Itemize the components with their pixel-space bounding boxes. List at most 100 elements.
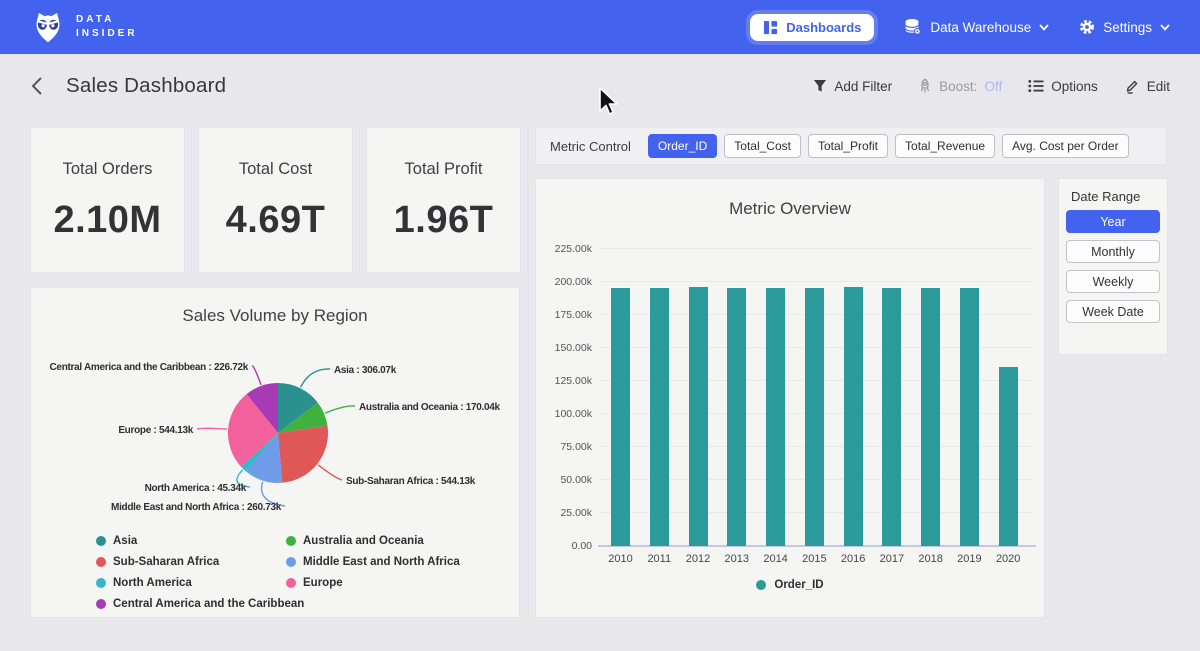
edit-label: Edit	[1147, 79, 1170, 94]
chevron-down-icon	[1160, 24, 1170, 31]
edit-button[interactable]: Edit	[1124, 78, 1170, 94]
legend-item-middle-east-and-north-africa[interactable]: Middle East and North Africa	[286, 556, 476, 568]
owl-logo-icon	[30, 9, 66, 45]
legend-dot	[286, 557, 296, 567]
legend-item-australia-and-oceania[interactable]: Australia and Oceania	[286, 535, 476, 547]
date-range-options: Year Monthly Weekly Week Date	[1059, 210, 1167, 330]
bar-legend-label: Order_ID	[774, 579, 823, 591]
options-label: Options	[1051, 79, 1098, 94]
bar-2017[interactable]	[882, 288, 901, 546]
metric-option-total-profit[interactable]: Total_Profit	[808, 134, 888, 158]
legend-label: Australia and Oceania	[303, 535, 424, 547]
bar-2012[interactable]	[689, 287, 708, 546]
date-range-panel: Date Range Year Monthly Weekly Week Date	[1058, 178, 1168, 355]
bar-2015[interactable]	[805, 288, 824, 546]
boost-toggle[interactable]: Boost: Off	[918, 78, 1002, 94]
date-range-option-monthly[interactable]: Monthly	[1066, 240, 1160, 263]
bar-chart-card: Metric Overview 0.0025.00k50.00k75.00k10…	[535, 178, 1045, 618]
y-axis-tick: 175.00k	[536, 309, 592, 321]
legend-label: Asia	[113, 535, 137, 547]
kpi-card-total-orders: Total Orders 2.10M	[30, 127, 185, 273]
dashboards-grid-icon	[763, 20, 778, 35]
pie-legend: Asia Sub-Saharan Africa North America Centr…	[96, 530, 476, 614]
legend-label: Central America and the Caribbean	[113, 598, 304, 610]
metric-option-avg-cost-per-order[interactable]: Avg. Cost per Order	[1002, 134, 1129, 158]
metric-control-options: Order_ID Total_Cost Total_Profit Total_Reve…	[648, 134, 1129, 158]
edit-pencil-icon	[1124, 78, 1140, 94]
filter-funnel-icon	[813, 79, 827, 93]
metric-option-total-cost[interactable]: Total_Cost	[724, 134, 801, 158]
date-range-option-weekly[interactable]: Weekly	[1066, 270, 1160, 293]
pie-slice-sub-saharan-africa[interactable]	[278, 426, 328, 483]
bar-2011[interactable]	[650, 288, 669, 546]
legend-dot	[96, 557, 106, 567]
dashboards-button[interactable]: Dashboards	[750, 14, 874, 41]
y-axis-tick: 75.00k	[536, 441, 592, 453]
legend-item-europe[interactable]: Europe	[286, 577, 476, 589]
bar-2013[interactable]	[727, 288, 746, 546]
date-range-option-week-date[interactable]: Week Date	[1066, 300, 1160, 323]
boost-state: Off	[984, 79, 1002, 94]
bar-2014[interactable]	[766, 288, 785, 546]
options-list-icon	[1028, 79, 1044, 93]
bar-2020[interactable]	[999, 367, 1018, 546]
y-axis-tick: 50.00k	[536, 474, 592, 486]
date-range-option-year[interactable]: Year	[1066, 210, 1160, 233]
pie-slice-label: Asia : 306.07k	[334, 365, 397, 376]
database-icon	[904, 18, 922, 36]
boost-label: Boost:	[939, 79, 977, 94]
settings-label: Settings	[1103, 20, 1152, 35]
pie-slice-label: Europe : 544.13k	[118, 425, 193, 436]
metric-option-order-id[interactable]: Order_ID	[648, 134, 717, 158]
boost-rocket-icon	[918, 78, 932, 94]
x-axis-tick: 2020	[988, 553, 1028, 565]
kpi-label: Total Cost	[199, 160, 352, 179]
pie-chart-title: Sales Volume by Region	[31, 306, 519, 326]
add-filter-button[interactable]: Add Filter	[813, 79, 892, 94]
pie-slice-label: Australia and Oceania : 170.04k	[359, 402, 501, 413]
legend-item-central-america-and-the-caribbean[interactable]: Central America and the Caribbean	[96, 598, 286, 610]
settings-menu[interactable]: Settings	[1079, 19, 1170, 35]
pie-slice-label: North America : 45.34k	[145, 483, 247, 494]
kpi-card-total-profit: Total Profit 1.96T	[366, 127, 521, 273]
pie-leader-line	[325, 406, 355, 413]
bar-2018[interactable]	[921, 288, 940, 546]
x-axis-tick: 2012	[678, 553, 718, 565]
bar-chart-plot: 0.0025.00k50.00k75.00k100.00k125.00k150.…	[536, 179, 1044, 617]
chevron-down-icon	[1039, 24, 1049, 31]
date-range-label: Date Range	[1071, 189, 1140, 204]
kpi-value: 2.10M	[31, 199, 184, 242]
y-axis-tick: 100.00k	[536, 408, 592, 420]
options-button[interactable]: Options	[1028, 79, 1098, 94]
pie-chart-card: Sales Volume by Region Asia : 306.07k Aus…	[30, 287, 520, 618]
kpi-label: Total Orders	[31, 160, 184, 179]
bar-2010[interactable]	[611, 288, 630, 546]
brand-logo[interactable]: DATA INSIDER	[30, 9, 138, 45]
metric-control-bar: Metric Control Order_IDTotal_CostTotal_P…	[535, 127, 1167, 165]
brand-line2: INSIDER	[76, 27, 138, 42]
metric-option-total-revenue[interactable]: Total_Revenue	[895, 134, 995, 158]
pie-leader-line	[252, 366, 261, 385]
y-axis-tick: 200.00k	[536, 276, 592, 288]
x-axis-tick: 2014	[756, 553, 796, 565]
legend-label: Sub-Saharan Africa	[113, 556, 219, 568]
legend-item-asia[interactable]: Asia	[96, 535, 286, 547]
legend-item-north-america[interactable]: North America	[96, 577, 286, 589]
data-warehouse-menu[interactable]: Data Warehouse	[904, 18, 1049, 36]
bar-2019[interactable]	[960, 288, 979, 546]
kpi-card-total-cost: Total Cost 4.69T	[198, 127, 353, 273]
x-axis-tick: 2013	[717, 553, 757, 565]
page-header: Sales Dashboard Add Filter Boost: Off Op…	[0, 54, 1200, 118]
y-axis-tick: 150.00k	[536, 342, 592, 354]
pie-chart-svg: Asia : 306.07k Australia and Oceania : 17…	[31, 338, 521, 538]
add-filter-label: Add Filter	[834, 79, 892, 94]
gridline	[601, 281, 1033, 282]
x-axis-tick: 2019	[949, 553, 989, 565]
dashboards-label: Dashboards	[786, 20, 861, 35]
bar-2016[interactable]	[844, 287, 863, 546]
legend-item-sub-saharan-africa[interactable]: Sub-Saharan Africa	[96, 556, 286, 568]
bar-chart-legend[interactable]: Order_ID	[536, 579, 1044, 591]
back-chevron-icon[interactable]	[30, 76, 44, 96]
pie-slice-label: Middle East and North Africa : 260.73k	[111, 502, 282, 513]
y-axis-tick: 0.00	[536, 540, 592, 552]
